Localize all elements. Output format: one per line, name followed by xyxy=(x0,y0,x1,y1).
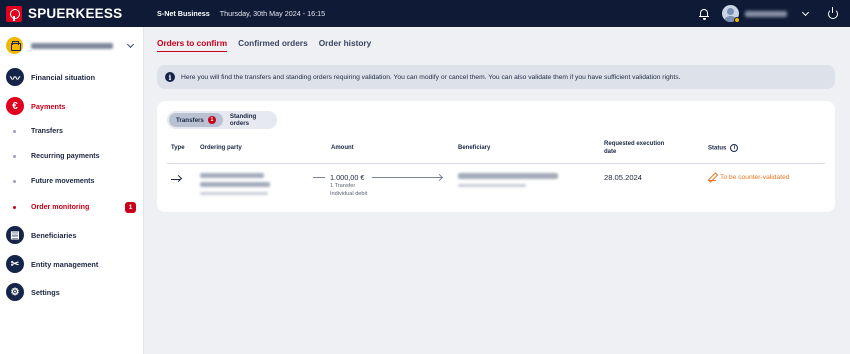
brand[interactable]: SPUERKEESS xyxy=(0,5,150,22)
column-header-amount[interactable]: Amount xyxy=(331,144,354,152)
sidebar-subitem-recurring-payments[interactable]: Recurring payments xyxy=(0,149,144,163)
chevron-down-icon[interactable] xyxy=(126,40,135,48)
bullet-dot xyxy=(13,179,16,183)
sidebar-subitem-label: Order monitoring xyxy=(31,203,90,211)
sidebar-item-beneficiaries[interactable]: ▤ Beneficiaries xyxy=(0,225,144,245)
sidebar-subitem-order-monitoring[interactable]: Order monitoring 1 xyxy=(0,200,144,214)
beneficiary-redacted xyxy=(458,173,558,179)
column-header-type[interactable]: Type xyxy=(171,144,185,152)
current-datetime: Thursday, 30th May 2024 - 16:15 xyxy=(219,9,326,18)
chevron-down-icon[interactable] xyxy=(801,8,810,16)
info-text: Here you will find the transfers and sta… xyxy=(181,73,681,81)
avatar-status-dot xyxy=(734,17,740,23)
segment-label: Transfers xyxy=(176,116,204,124)
sidebar-item-label: Financial situation xyxy=(31,72,96,82)
chart-icon: 〰 xyxy=(6,68,24,86)
beneficiary-redacted xyxy=(458,184,526,187)
column-header-requested-date[interactable]: Requested execution date xyxy=(604,140,664,156)
amount-count: 1 Transfer xyxy=(330,183,356,189)
sidebar-item-label: Settings xyxy=(31,287,60,297)
bullet-dot xyxy=(13,205,16,209)
power-icon[interactable] xyxy=(828,6,838,19)
order-tabs: Orders to confirm Confirmed orders Order… xyxy=(157,38,382,52)
sidebar-subitem-label: Future movements xyxy=(31,177,95,185)
payments-icon: € xyxy=(6,97,24,115)
ordering-party-redacted xyxy=(200,182,270,187)
brand-name: SPUERKEESS xyxy=(28,6,123,21)
sidebar-item-financial-situation[interactable]: 〰 Financial situation xyxy=(0,67,144,87)
book-icon: ▤ xyxy=(6,226,24,244)
briefcase-icon xyxy=(6,37,23,54)
info-icon: i xyxy=(165,72,175,82)
sidebar-subitem-label: Recurring payments xyxy=(31,152,100,160)
app-name: S-Net Business xyxy=(157,9,210,18)
sidebar-item-label: Entity management xyxy=(31,259,99,269)
status-text: To be counter-validated xyxy=(720,173,790,181)
tab-order-history[interactable]: Order history xyxy=(319,38,372,52)
sidebar: 〰 Financial situation € Payments Transfe… xyxy=(0,27,144,354)
column-header-ordering-party[interactable]: Ordering party xyxy=(200,144,242,152)
column-header-status[interactable]: Status i xyxy=(708,144,739,153)
segment-label: Standing orders xyxy=(229,113,257,127)
table-divider xyxy=(167,163,825,164)
ordering-party-redacted xyxy=(200,192,268,195)
column-header-beneficiary[interactable]: Beneficiary xyxy=(458,144,490,152)
status-badge[interactable]: To be counter-validated xyxy=(708,173,790,181)
sidebar-subitem-label: Transfers xyxy=(31,127,63,135)
gear-icon: ⚙ xyxy=(6,283,24,301)
amount-debit-type: Individual debit xyxy=(330,191,368,197)
top-bar: SPUERKEESS S-Net Business Thursday, 30th… xyxy=(0,0,850,27)
segment-transfers[interactable]: Transfers 1 xyxy=(169,113,223,127)
user-menu[interactable] xyxy=(722,5,787,23)
tab-confirmed-orders[interactable]: Confirmed orders xyxy=(238,38,308,52)
ordering-party-redacted xyxy=(200,173,264,178)
entity-name-redacted xyxy=(31,42,113,49)
info-banner: i Here you will find the transfers and s… xyxy=(157,65,835,89)
bullet-dot xyxy=(13,129,16,133)
order-type-switch: Transfers 1 Standing orders xyxy=(167,111,277,129)
sidebar-item-entity-management[interactable]: ✂ Entity management xyxy=(0,254,144,274)
sidebar-subitem-future-movements[interactable]: Future movements xyxy=(0,174,144,188)
amount-value: 1.000,00 € xyxy=(330,173,365,182)
sidebar-item-settings[interactable]: ⚙ Settings xyxy=(0,282,144,302)
count-badge: 1 xyxy=(207,116,216,124)
entity-selector[interactable] xyxy=(6,37,136,54)
sidebar-subitem-transfers[interactable]: Transfers xyxy=(0,124,144,138)
sidebar-item-payments[interactable]: € Payments xyxy=(0,96,144,116)
bullet-dot xyxy=(13,154,16,158)
count-badge: 1 xyxy=(125,201,136,213)
bank-logo-icon xyxy=(6,5,22,22)
flow-line xyxy=(313,177,325,178)
info-icon[interactable]: i xyxy=(730,144,739,152)
header-label: Status xyxy=(708,145,727,152)
flow-arrow-icon xyxy=(372,177,442,178)
orders-card: Transfers 1 Standing orders Type Orderin… xyxy=(157,101,835,212)
sidebar-item-label: Beneficiaries xyxy=(31,230,77,240)
tools-icon: ✂ xyxy=(6,255,24,273)
segment-standing-orders[interactable]: Standing orders xyxy=(223,113,277,127)
execution-date: 28.05.2024 xyxy=(604,173,643,182)
tab-orders-to-confirm[interactable]: Orders to confirm xyxy=(157,38,228,52)
arrow-right-icon xyxy=(171,175,181,183)
pencil-icon xyxy=(708,173,716,181)
user-name-redacted xyxy=(745,10,787,17)
bell-icon[interactable] xyxy=(698,8,710,20)
header-line: date xyxy=(604,149,617,155)
sidebar-item-label: Payments xyxy=(31,101,66,111)
header-line: Requested execution xyxy=(604,141,665,147)
